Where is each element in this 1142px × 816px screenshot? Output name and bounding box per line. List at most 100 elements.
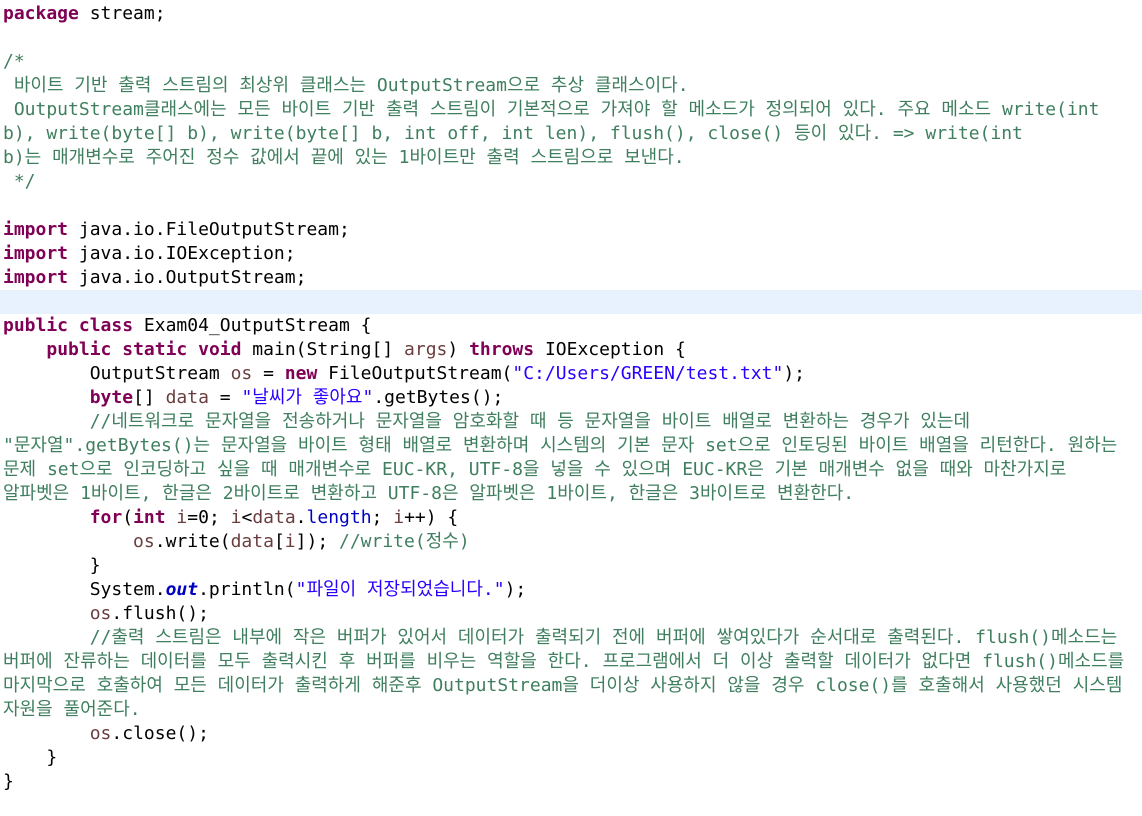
code-token: length bbox=[306, 507, 372, 528]
code-token: .write( bbox=[154, 531, 231, 552]
code-token: new bbox=[284, 363, 318, 384]
code-line[interactable]: } bbox=[0, 770, 1142, 794]
code-line[interactable]: import java.io.OutputStream; bbox=[0, 266, 1142, 290]
code-token: .flush(); bbox=[111, 603, 209, 624]
code-token: import bbox=[3, 219, 69, 240]
code-token: import bbox=[3, 243, 69, 264]
code-token: static bbox=[122, 339, 188, 360]
code-line[interactable]: /* bbox=[0, 50, 1142, 74]
code-token: = bbox=[252, 363, 285, 384]
code-token: System. bbox=[3, 579, 166, 600]
code-line[interactable]: public class Exam04_OutputStream { bbox=[0, 314, 1142, 338]
code-token: byte bbox=[89, 387, 134, 408]
code-token: throws bbox=[469, 339, 535, 360]
code-token: public bbox=[3, 315, 69, 336]
code-token: "파일이 저장되었습니다." bbox=[295, 579, 505, 600]
code-line[interactable]: */ bbox=[0, 170, 1142, 194]
code-line[interactable]: 자원을 풀어준다. bbox=[0, 698, 1142, 722]
code-token: . bbox=[295, 507, 307, 528]
code-line[interactable]: package stream; bbox=[0, 2, 1142, 26]
code-line[interactable]: b), write(byte[] b), write(byte[] b, int… bbox=[0, 122, 1142, 146]
code-line[interactable]: for(int i=0; i<data.length; i++) { bbox=[0, 506, 1142, 530]
code-token: 버퍼에 잔류하는 데이터를 모두 출력시킨 후 버퍼를 비우는 역할을 한다. … bbox=[3, 651, 1125, 672]
code-line[interactable]: System.out.println("파일이 저장되었습니다."); bbox=[0, 578, 1142, 602]
code-editor[interactable]: package stream; /* 바이트 기반 출력 스트림의 최상위 클래… bbox=[0, 0, 1142, 816]
code-token: ++) { bbox=[404, 507, 459, 528]
code-token: ]); bbox=[295, 531, 339, 552]
code-token: } bbox=[3, 747, 58, 768]
code-line[interactable]: import java.io.IOException; bbox=[0, 242, 1142, 266]
code-token: import bbox=[3, 267, 69, 288]
code-token: ); bbox=[504, 579, 527, 600]
code-token: stream; bbox=[78, 3, 166, 24]
code-line[interactable]: } bbox=[0, 746, 1142, 770]
code-line[interactable]: byte[] data = "날씨가 좋아요".getBytes(); bbox=[0, 386, 1142, 410]
code-line[interactable]: os.write(data[i]); //write(정수) bbox=[0, 530, 1142, 554]
code-token: java.io.IOException; bbox=[68, 243, 296, 264]
code-line[interactable]: os.flush(); bbox=[0, 602, 1142, 626]
code-token: b)는 매개변수로 주어진 정수 값에서 끝에 있는 1바이트만 출력 스트림으… bbox=[3, 147, 685, 168]
code-token: 알파벳은 1바이트, 한글은 2바이트로 변환하고 UTF-8은 알파벳은 1바… bbox=[3, 483, 855, 504]
code-token: ) bbox=[447, 339, 470, 360]
code-token: } bbox=[3, 555, 101, 576]
code-line[interactable]: //네트워크로 문자열을 전송하거나 문자열을 암호화할 때 등 문자열을 바이… bbox=[0, 410, 1142, 434]
code-token: } bbox=[3, 771, 14, 792]
code-line[interactable]: os.close(); bbox=[0, 722, 1142, 746]
code-line[interactable] bbox=[0, 26, 1142, 50]
code-token: os bbox=[89, 603, 112, 624]
code-line[interactable]: //출력 스트림은 내부에 작은 버퍼가 있어서 데이터가 출력되기 전에 버퍼… bbox=[0, 626, 1142, 650]
code-token: public bbox=[46, 339, 112, 360]
code-line[interactable]: public static void main(String[] args) t… bbox=[0, 338, 1142, 362]
code-line[interactable]: "문자열".getBytes()는 문자열을 바이트 형태 배열로 변환하며 시… bbox=[0, 434, 1142, 458]
code-line[interactable]: 마지막으로 호출하여 모든 데이터가 출력하게 해준후 OutputStream… bbox=[0, 674, 1142, 698]
code-token: .getBytes(); bbox=[373, 387, 504, 408]
code-line[interactable]: 문제 set으로 인코딩하고 싶을 때 매개변수로 EUC-KR, UTF-8을… bbox=[0, 458, 1142, 482]
code-token: int bbox=[133, 507, 166, 528]
code-line[interactable] bbox=[0, 194, 1142, 218]
code-token: Exam04_OutputStream { bbox=[133, 315, 372, 336]
code-token: OutputStream bbox=[3, 363, 231, 384]
code-token: args bbox=[404, 339, 448, 360]
code-line[interactable]: import java.io.FileOutputStream; bbox=[0, 218, 1142, 242]
code-line[interactable]: OutputStream클래스에는 모든 바이트 기반 출력 스트림이 기본적으… bbox=[0, 98, 1142, 122]
code-token: .println( bbox=[198, 579, 296, 600]
code-line[interactable] bbox=[0, 290, 1142, 314]
code-token: i bbox=[393, 507, 405, 528]
code-token: i bbox=[176, 507, 188, 528]
code-line[interactable]: OutputStream os = new FileOutputStream("… bbox=[0, 362, 1142, 386]
code-token: os bbox=[133, 531, 155, 552]
code-token: [] bbox=[133, 387, 166, 408]
code-token: ; bbox=[371, 507, 394, 528]
code-token: //write(정수) bbox=[339, 531, 470, 552]
code-token: 자원을 풀어준다. bbox=[3, 699, 141, 720]
code-token: i bbox=[230, 507, 242, 528]
code-line[interactable]: } bbox=[0, 554, 1142, 578]
code-token: < bbox=[241, 507, 253, 528]
code-token: class bbox=[78, 315, 134, 336]
code-token: FileOutputStream( bbox=[317, 363, 513, 384]
code-token: 바이트 기반 출력 스트림의 최상위 클래스는 OutputStream으로 추… bbox=[3, 75, 689, 96]
code-token: data bbox=[252, 507, 296, 528]
code-token: ); bbox=[783, 363, 805, 384]
code-token: java.io.FileOutputStream; bbox=[68, 219, 350, 240]
code-line[interactable]: 알파벳은 1바이트, 한글은 2바이트로 변환하고 UTF-8은 알파벳은 1바… bbox=[0, 482, 1142, 506]
code-token: IOException { bbox=[534, 339, 686, 360]
code-token: */ bbox=[3, 171, 36, 192]
code-token: =0; bbox=[187, 507, 231, 528]
code-token: "문자열".getBytes()는 문자열을 바이트 형태 배열로 변환하며 시… bbox=[3, 435, 1118, 456]
code-line[interactable]: b)는 매개변수로 주어진 정수 값에서 끝에 있는 1바이트만 출력 스트림으… bbox=[0, 146, 1142, 170]
code-line[interactable]: 바이트 기반 출력 스트림의 최상위 클래스는 OutputStream으로 추… bbox=[0, 74, 1142, 98]
code-token: b), write(byte[] b), write(byte[] b, int… bbox=[3, 123, 1023, 144]
code-token: package bbox=[3, 3, 79, 24]
code-token: 마지막으로 호출하여 모든 데이터가 출력하게 해준후 OutputStream… bbox=[3, 675, 1123, 696]
code-line[interactable]: 버퍼에 잔류하는 데이터를 모두 출력시킨 후 버퍼를 비우는 역할을 한다. … bbox=[0, 650, 1142, 674]
code-token: = bbox=[208, 387, 242, 408]
